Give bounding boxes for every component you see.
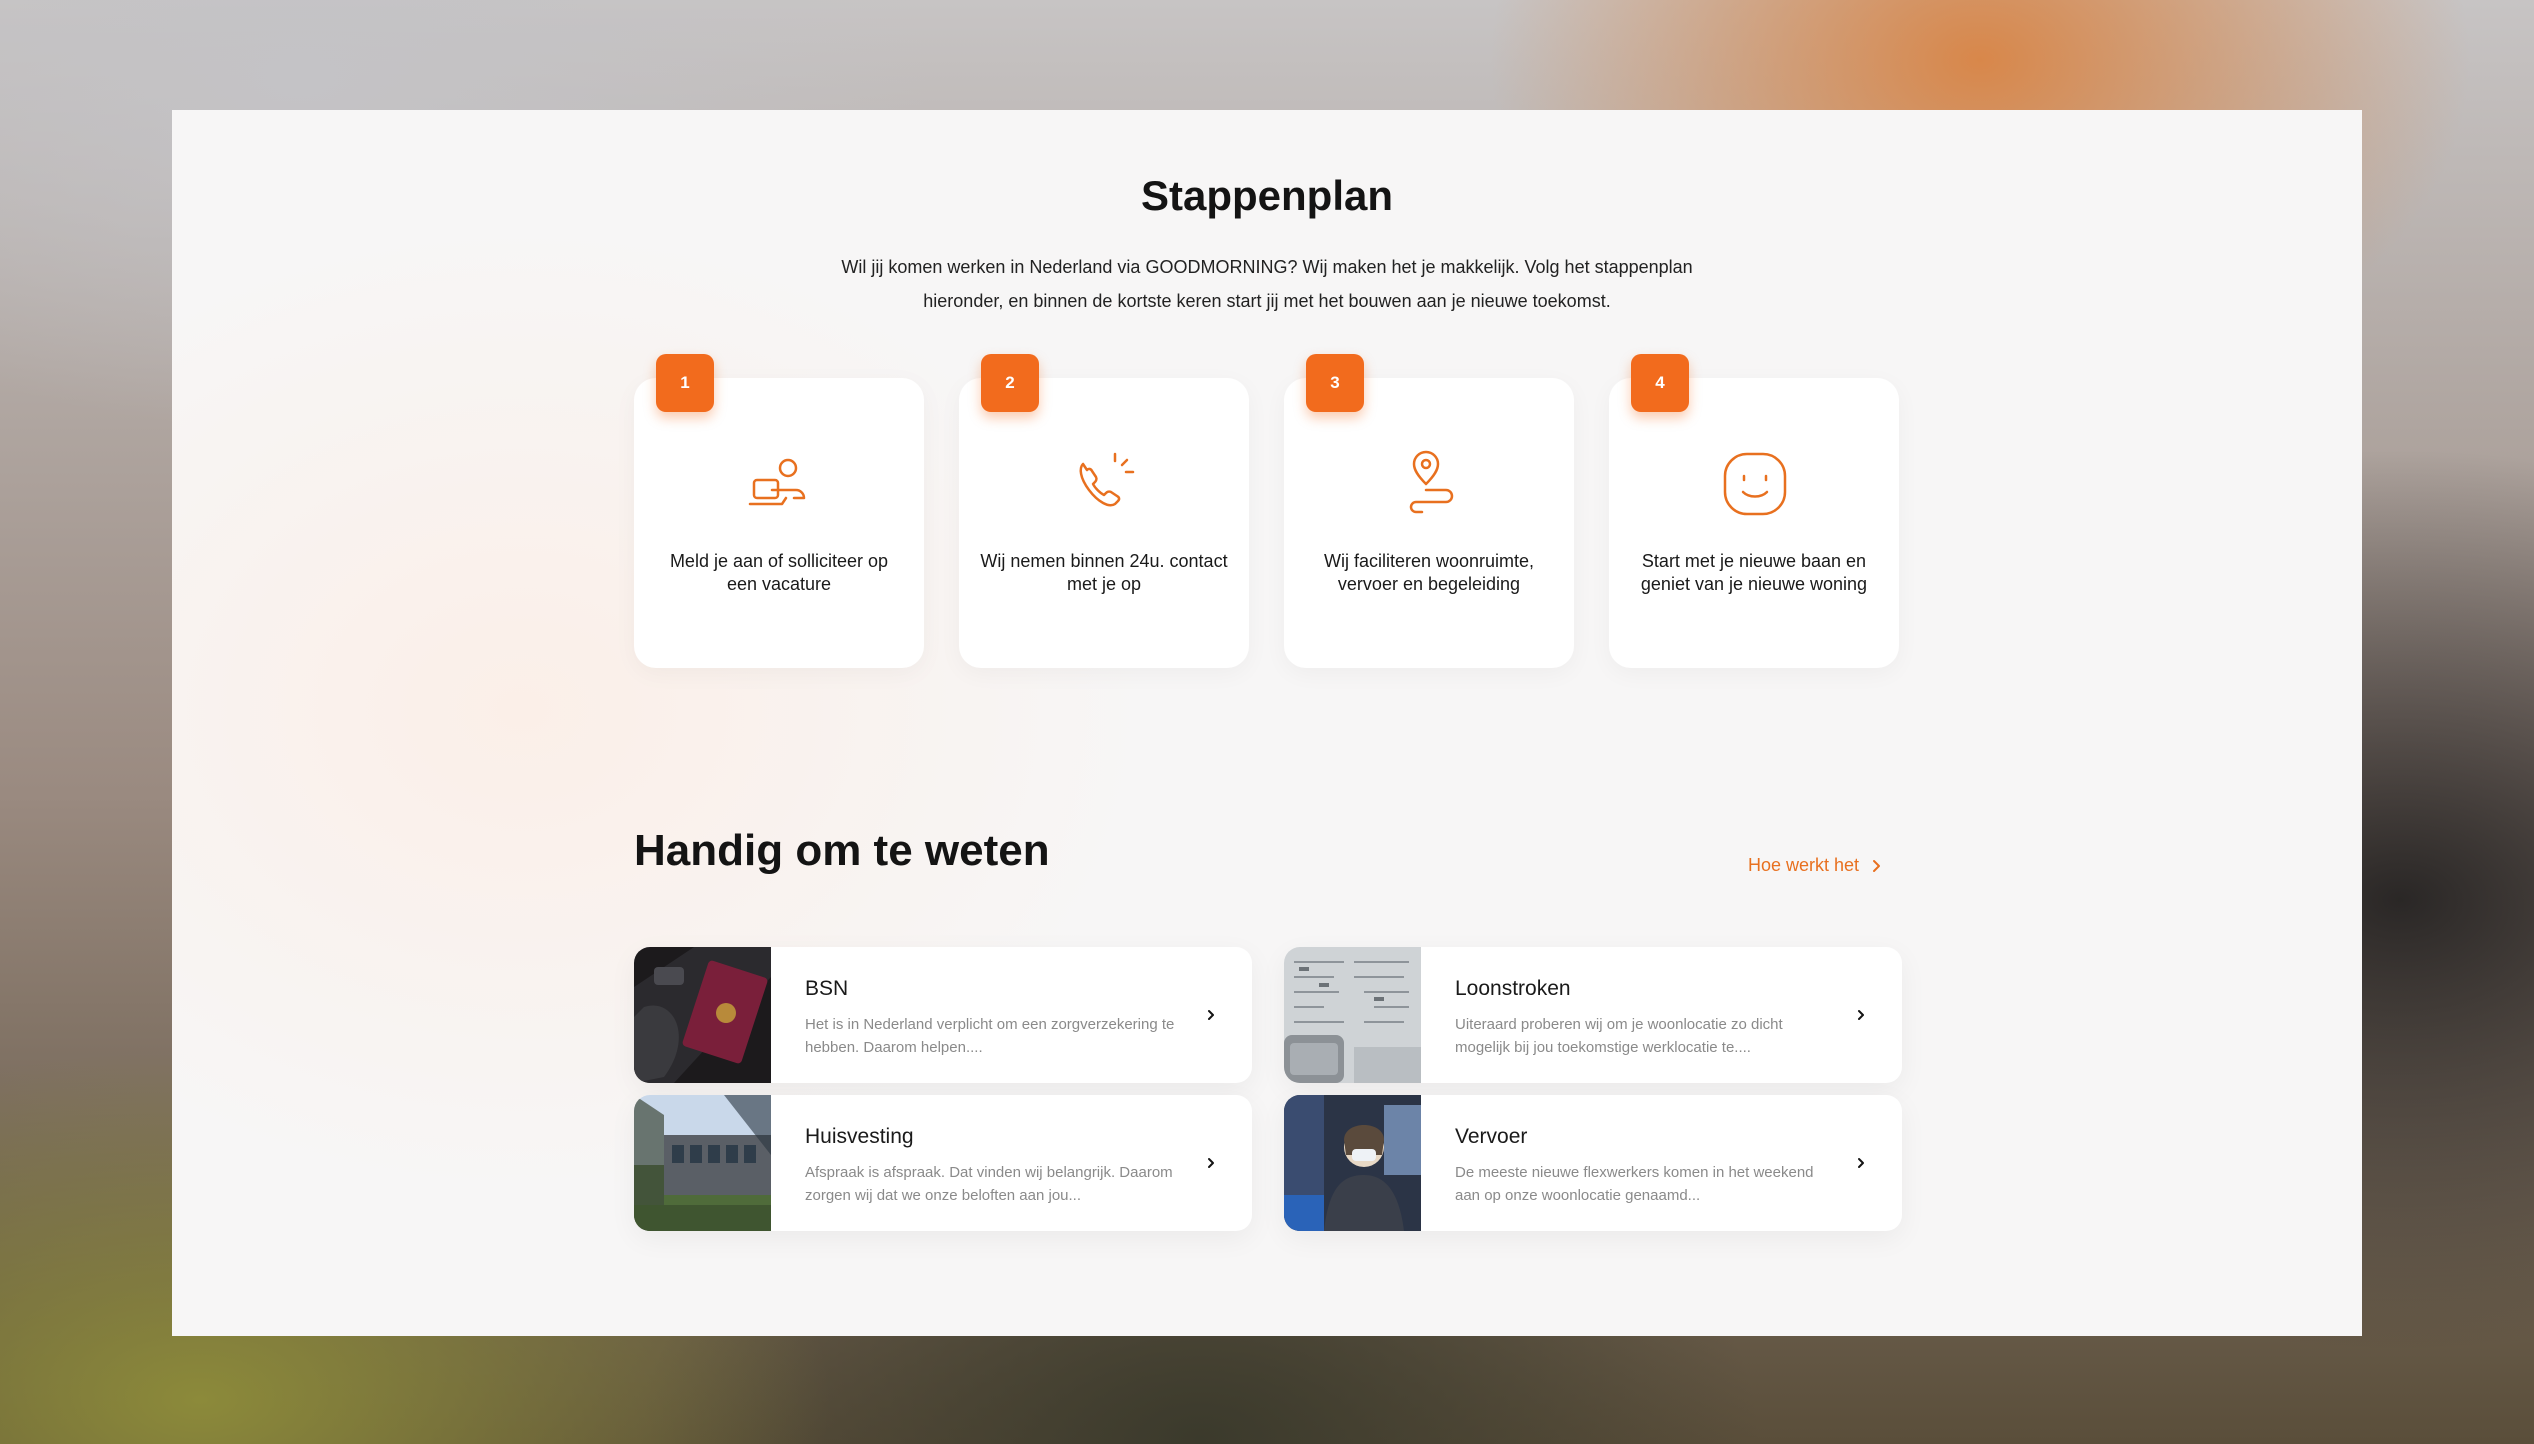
- hoe-werkt-het-link[interactable]: Hoe werkt het: [1748, 855, 1883, 876]
- card-text: Uiteraard proberen wij om je woonlocatie…: [1455, 1016, 1783, 1056]
- step-card-1: 1 Meld je aan of solliciteer op een vaca…: [634, 354, 924, 668]
- info-card-huisvesting[interactable]: Huisvesting Afspraak is afspraak. Dat vi…: [634, 1095, 1252, 1231]
- page-panel: Stappenplan Wil jij komen werken in Nede…: [172, 110, 2362, 1336]
- person-laptop-icon: [748, 458, 806, 506]
- card-text: De meeste nieuwe flexwerkers komen in he…: [1455, 1164, 1814, 1204]
- chevron-right-icon: [1858, 1010, 1864, 1020]
- step-number-badge: 3: [1306, 354, 1364, 412]
- chevron-right-icon: [1208, 1010, 1214, 1020]
- info-card-loonstroken[interactable]: Loonstroken Uiteraard proberen wij om je…: [1284, 947, 1902, 1083]
- housing-building-photo: [634, 1095, 771, 1231]
- card-title: BSN: [805, 977, 849, 1000]
- card-text: Afspraak is afspraak. Dat vinden wij bel…: [805, 1164, 1173, 1204]
- card-text: Het is in Nederland verplicht om een zor…: [805, 1016, 1175, 1056]
- step-card-2: 2 Wij nemen binnen 24u. contact met je o…: [959, 354, 1249, 668]
- info-card-vervoer[interactable]: Vervoer De meeste nieuwe flexwerkers kom…: [1284, 1095, 1902, 1231]
- card-title: Vervoer: [1455, 1125, 1528, 1148]
- step-number-badge: 4: [1631, 354, 1689, 412]
- step-number-badge: 2: [981, 354, 1039, 412]
- chevron-right-icon: [1858, 1158, 1864, 1168]
- payslip-calculator-photo: [1284, 947, 1421, 1083]
- stappenplan-title: Stappenplan: [1140, 172, 1394, 219]
- step-label: Wij nemen binnen 24u. contact met je op: [980, 551, 1228, 594]
- card-title: Loonstroken: [1455, 977, 1571, 1000]
- step-number-badge: 1: [656, 354, 714, 412]
- smiley-icon: [1723, 452, 1787, 516]
- step-card-4: 4 Start met je nieuwe baan en geniet van…: [1609, 354, 1899, 668]
- location-route-icon: [1409, 450, 1454, 514]
- info-card-bsn[interactable]: BSN Het is in Nederland verplicht om een…: [634, 947, 1252, 1083]
- link-label: Hoe werkt het: [1748, 855, 1860, 875]
- bus-passenger-photo: [1284, 1095, 1421, 1231]
- passport-photo: [634, 947, 771, 1083]
- step-label: Wij faciliteren woonruimte, vervoer en b…: [1323, 551, 1535, 594]
- phone-call-icon: [1079, 452, 1135, 507]
- step-card-3: 3 Wij faciliteren woonruimte, vervoer en…: [1284, 354, 1574, 668]
- card-title: Huisvesting: [805, 1125, 914, 1148]
- step-label: Start met je nieuwe baan en geniet van j…: [1640, 551, 1868, 594]
- chevron-right-icon: [1873, 859, 1881, 872]
- chevron-right-icon: [1208, 1158, 1214, 1168]
- stappenplan-intro: Wil jij komen werken in Nederland via GO…: [841, 257, 1693, 311]
- handig-title: Handig om te weten: [634, 826, 1050, 875]
- step-label: Meld je aan of solliciteer op een vacatu…: [669, 551, 889, 594]
